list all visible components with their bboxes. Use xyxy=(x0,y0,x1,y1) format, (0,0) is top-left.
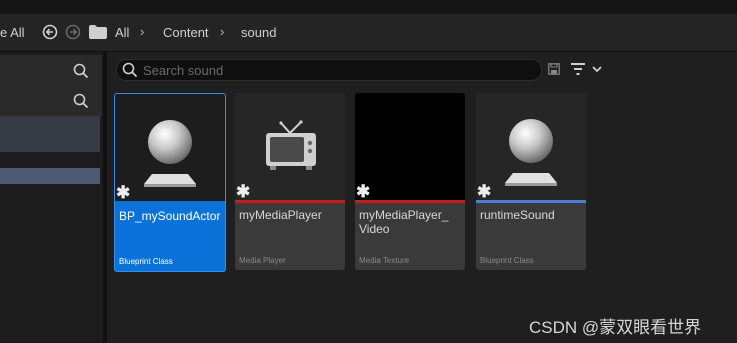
breadcrumb-sound[interactable]: sound xyxy=(241,25,276,40)
breadcrumb-all[interactable]: All xyxy=(115,25,129,40)
asterisk-icon: ✱ xyxy=(477,182,492,201)
folder-tree-item[interactable] xyxy=(0,116,100,152)
asset-color-bar xyxy=(476,200,586,203)
asset-name: myMediaPlayer xyxy=(239,208,322,222)
asset-type: Media Texture xyxy=(359,256,410,265)
filter-icon[interactable] xyxy=(571,62,603,81)
asset-search-box[interactable] xyxy=(116,59,542,81)
asterisk-icon: ✱ xyxy=(356,182,371,201)
folders-search-row xyxy=(0,85,102,118)
asset-thumbnail xyxy=(115,94,225,202)
sphere-icon xyxy=(144,120,196,187)
asterisk-icon: ✱ xyxy=(236,182,251,201)
asset-type: Blueprint Class xyxy=(480,256,534,265)
save-search-icon[interactable] xyxy=(548,62,560,80)
folder-tree-item-selected[interactable] xyxy=(0,168,100,184)
asset-type: Media Player xyxy=(239,256,286,265)
black-texture-thumbnail xyxy=(355,93,465,201)
asset-tile[interactable]: ✱ runtimeSound Blueprint Class xyxy=(476,93,586,270)
asset-color-bar xyxy=(355,200,465,203)
favorites-search-row xyxy=(0,55,102,88)
sources-panel xyxy=(0,52,102,343)
asset-type: Blueprint Class xyxy=(119,257,173,266)
asset-tile[interactable]: ✱ myMediaPlayer Media Player xyxy=(235,93,345,270)
folder-icon xyxy=(89,25,107,44)
asset-thumbnail xyxy=(476,93,586,201)
back-arrow-icon[interactable] xyxy=(42,24,58,45)
asset-name: myMediaPlayer_ Video xyxy=(359,208,449,236)
asset-name: BP_mySoundActor xyxy=(119,209,221,223)
save-all-button[interactable]: e All xyxy=(0,25,25,40)
asset-name: runtimeSound xyxy=(480,208,555,222)
window-top-strip xyxy=(0,0,737,14)
watermark-text: CSDN @蒙双眼看世界 xyxy=(529,318,702,337)
search-icon xyxy=(122,62,138,83)
asset-color-bar xyxy=(115,201,225,204)
sphere-icon xyxy=(505,119,557,186)
forward-arrow-icon[interactable] xyxy=(65,24,81,45)
asset-color-bar xyxy=(235,200,345,203)
breadcrumb-separator-icon: › xyxy=(140,24,145,39)
asset-tile[interactable]: ✱ BP_mySoundActor Blueprint Class xyxy=(114,93,226,272)
content-browser-toolbar: e All All › Content › sound xyxy=(0,14,737,52)
search-icon[interactable] xyxy=(73,93,89,114)
tv-icon xyxy=(266,120,316,170)
search-input[interactable] xyxy=(143,61,523,79)
search-icon[interactable] xyxy=(73,63,89,84)
breadcrumb-content[interactable]: Content xyxy=(163,25,209,40)
asterisk-icon: ✱ xyxy=(116,183,131,202)
asset-thumbnail xyxy=(235,93,345,201)
breadcrumb-separator-icon: › xyxy=(220,24,225,39)
asset-tile[interactable]: ✱ myMediaPlayer_ Video Media Texture xyxy=(355,93,465,270)
